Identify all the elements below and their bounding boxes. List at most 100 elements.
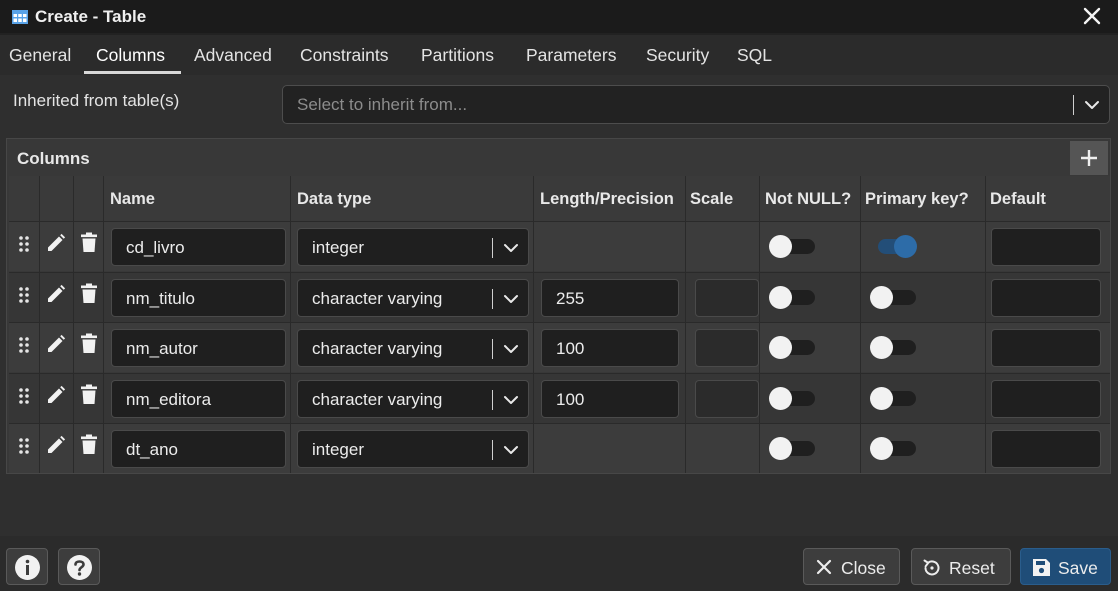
chevron-down-icon[interactable] (1084, 97, 1100, 113)
default-input[interactable] (991, 329, 1101, 367)
column-name-input[interactable]: nm_autor (111, 329, 286, 367)
toggle-knob (870, 285, 893, 309)
tab-parameters[interactable]: Parameters (526, 45, 616, 66)
column-name-input[interactable]: dt_ano (111, 430, 286, 468)
toggle-knob (870, 386, 893, 410)
inherit-label: Inherited from table(s) (13, 91, 180, 110)
data-type-select[interactable]: integer (297, 430, 529, 468)
scale-input[interactable] (695, 329, 759, 367)
length-input[interactable]: 100 (541, 379, 679, 418)
trash-icon[interactable] (80, 283, 98, 304)
edit-icon[interactable] (46, 435, 66, 455)
scale-input[interactable] (695, 278, 759, 317)
chevron-down-icon[interactable] (503, 442, 519, 458)
drag-handle-icon[interactable] (17, 336, 31, 354)
tab-columns[interactable]: Columns (96, 45, 165, 66)
columns-panel: Columns Name Data type Length/Precision … (6, 138, 1111, 474)
columns-panel-title: Columns (17, 149, 90, 168)
column-divider (533, 176, 534, 473)
not-null-toggle[interactable] (769, 437, 817, 460)
header-not-null[interactable]: Not NULL? (765, 190, 851, 209)
tab-constraints[interactable]: Constraints (300, 45, 389, 66)
length-input[interactable]: 255 (541, 278, 679, 317)
select-separator (492, 339, 493, 359)
dialog-footer: Close Reset Save (0, 536, 1118, 591)
select-separator (492, 288, 493, 309)
reset-button-label: Reset (949, 558, 995, 578)
length-value: 255 (556, 288, 585, 308)
info-button[interactable] (6, 548, 48, 585)
not-null-toggle[interactable] (769, 235, 817, 258)
data-type-select[interactable]: integer (297, 228, 529, 266)
data-type-select[interactable]: character varying (297, 329, 529, 367)
tab-advanced[interactable]: Advanced (194, 45, 272, 66)
column-name-value: nm_titulo (126, 288, 195, 308)
primary-key-toggle[interactable] (870, 437, 918, 460)
edit-icon[interactable] (46, 233, 66, 253)
column-divider (860, 176, 861, 473)
data-type-value: character varying (312, 288, 443, 308)
primary-key-toggle[interactable] (870, 336, 918, 359)
close-icon[interactable] (1080, 4, 1104, 28)
edit-icon[interactable] (46, 334, 66, 354)
close-icon (816, 559, 832, 575)
length-value: 100 (556, 389, 585, 409)
select-separator (492, 389, 493, 410)
inherit-select[interactable]: Select to inherit from... (282, 85, 1110, 124)
column-divider (290, 176, 291, 473)
reset-button[interactable]: Reset (911, 548, 1011, 585)
close-button-label: Close (841, 558, 886, 578)
help-button[interactable] (58, 548, 100, 585)
add-column-button[interactable] (1070, 141, 1108, 175)
header-default[interactable]: Default (990, 190, 1046, 209)
header-name[interactable]: Name (110, 190, 155, 209)
header-length[interactable]: Length/Precision (540, 190, 674, 209)
not-null-toggle[interactable] (769, 386, 817, 410)
chevron-down-icon[interactable] (503, 291, 519, 307)
drag-handle-icon[interactable] (17, 387, 31, 405)
drag-handle-icon[interactable] (17, 437, 31, 455)
header-primary-key[interactable]: Primary key? (865, 190, 969, 209)
scale-input[interactable] (695, 379, 759, 418)
trash-icon[interactable] (80, 384, 98, 405)
primary-key-toggle[interactable] (870, 235, 918, 258)
length-input[interactable]: 100 (541, 329, 679, 367)
edit-icon[interactable] (46, 385, 66, 405)
column-name-input[interactable]: cd_livro (111, 228, 286, 266)
primary-key-toggle[interactable] (870, 285, 918, 309)
data-type-select[interactable]: character varying (297, 379, 529, 418)
column-name-input[interactable]: nm_titulo (111, 278, 286, 317)
not-null-toggle[interactable] (769, 285, 817, 309)
data-type-value: integer (312, 440, 364, 459)
column-name-input[interactable]: nm_editora (111, 379, 286, 418)
default-input[interactable] (991, 228, 1101, 266)
trash-icon[interactable] (80, 232, 98, 253)
header-scale[interactable]: Scale (690, 190, 733, 209)
chevron-down-icon[interactable] (503, 240, 519, 256)
header-data-type[interactable]: Data type (297, 190, 371, 209)
not-null-toggle[interactable] (769, 336, 817, 359)
primary-key-toggle[interactable] (870, 386, 918, 410)
column-row: nm_titulo character varying 255 (9, 271, 1110, 322)
close-button[interactable]: Close (803, 548, 900, 585)
tab-security[interactable]: Security (646, 45, 709, 66)
default-input[interactable] (991, 379, 1101, 418)
tab-partitions[interactable]: Partitions (421, 45, 494, 66)
save-button[interactable]: Save (1020, 548, 1111, 585)
chevron-down-icon[interactable] (503, 341, 519, 357)
edit-icon[interactable] (46, 284, 66, 304)
trash-icon[interactable] (80, 434, 98, 455)
data-type-select[interactable]: character varying (297, 278, 529, 317)
toggle-knob (769, 336, 792, 359)
column-divider (39, 176, 40, 473)
chevron-down-icon[interactable] (503, 392, 519, 408)
column-divider (73, 176, 74, 473)
drag-handle-icon[interactable] (17, 235, 31, 253)
active-tab-indicator (84, 71, 181, 74)
drag-handle-icon[interactable] (17, 286, 31, 304)
tab-general[interactable]: General (9, 45, 71, 66)
default-input[interactable] (991, 278, 1101, 317)
trash-icon[interactable] (80, 333, 98, 354)
tab-sql[interactable]: SQL (737, 45, 772, 66)
default-input[interactable] (991, 430, 1101, 468)
